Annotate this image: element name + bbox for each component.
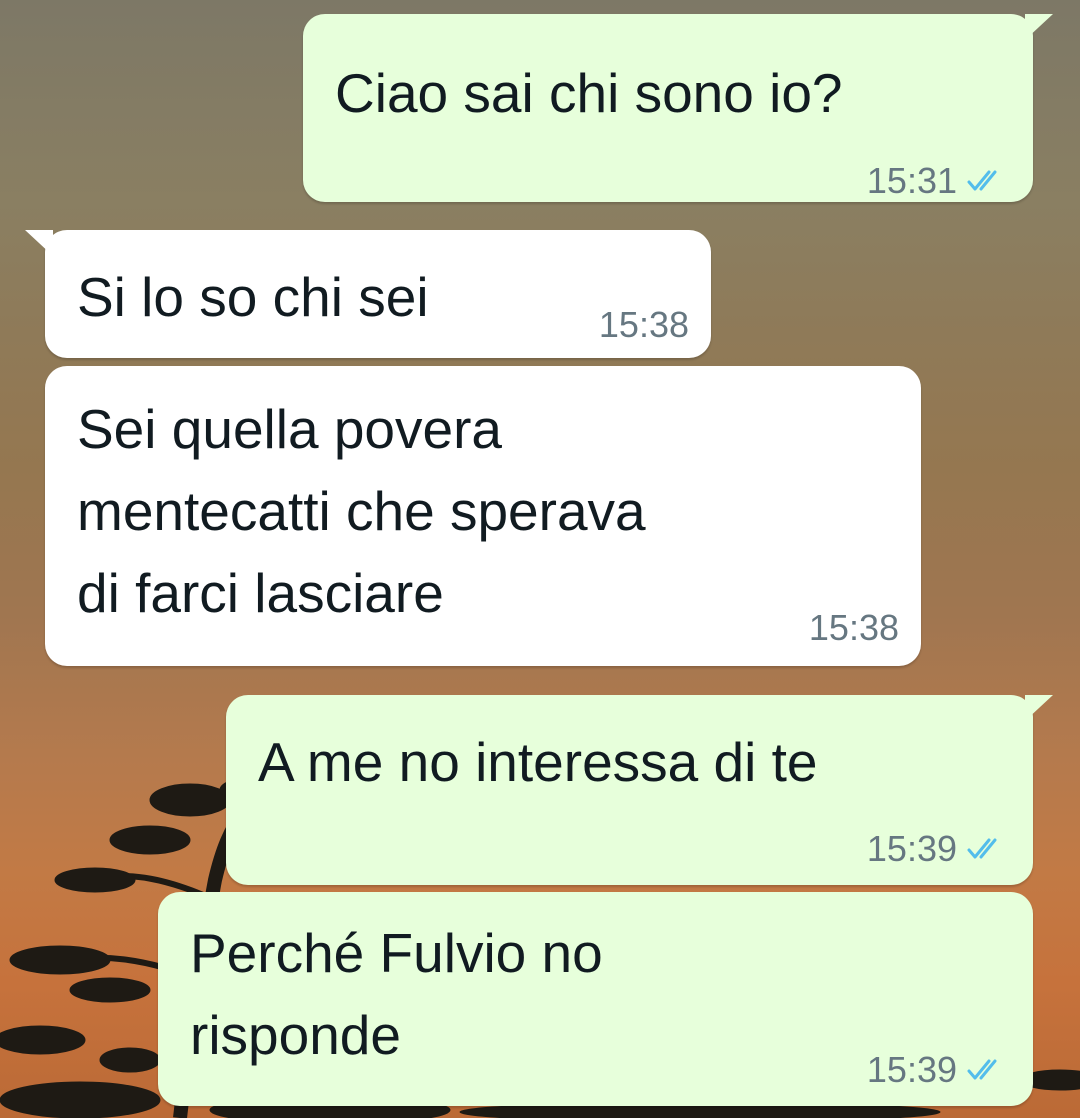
message-text: Sei quella povera mentecatti che sperava…	[77, 398, 646, 624]
message-text: A me no interessa di te	[258, 731, 818, 793]
message-timestamp: 15:38	[808, 607, 899, 648]
double-check-icon	[967, 838, 997, 859]
double-check-icon	[967, 1059, 997, 1080]
message-meta: 15:38	[809, 608, 899, 648]
message-timestamp: 15:31	[866, 160, 957, 201]
message-meta: 15:31	[867, 161, 1005, 201]
message-timestamp: 15:39	[866, 828, 957, 869]
bubble-tail	[25, 230, 53, 256]
message-text: Ciao sai chi sono io?	[335, 62, 843, 124]
message-meta: 15:38	[599, 305, 689, 345]
bubble-tail	[1025, 14, 1053, 40]
message-bubble-incoming[interactable]: Sei quella povera mentecatti che sperava…	[45, 366, 921, 666]
message-meta: 15:39	[867, 1050, 1005, 1090]
message-bubble-outgoing[interactable]: Ciao sai chi sono io? 15:31	[303, 14, 1053, 202]
double-check-icon	[967, 170, 997, 191]
message-bubble-incoming[interactable]: Si lo so chi sei 15:38	[25, 230, 711, 358]
message-meta: 15:39	[867, 829, 1005, 869]
message-bubble-outgoing[interactable]: A me no interessa di te 15:39	[226, 695, 1053, 885]
message-text: Si lo so chi sei	[77, 266, 429, 328]
message-text: Perché Fulvio no risponde	[190, 922, 603, 1066]
message-bubble-outgoing[interactable]: Perché Fulvio no risponde 15:39	[158, 892, 1033, 1106]
bubble-tail	[1025, 695, 1053, 721]
message-timestamp: 15:38	[598, 304, 689, 345]
message-timestamp: 15:39	[866, 1049, 957, 1090]
